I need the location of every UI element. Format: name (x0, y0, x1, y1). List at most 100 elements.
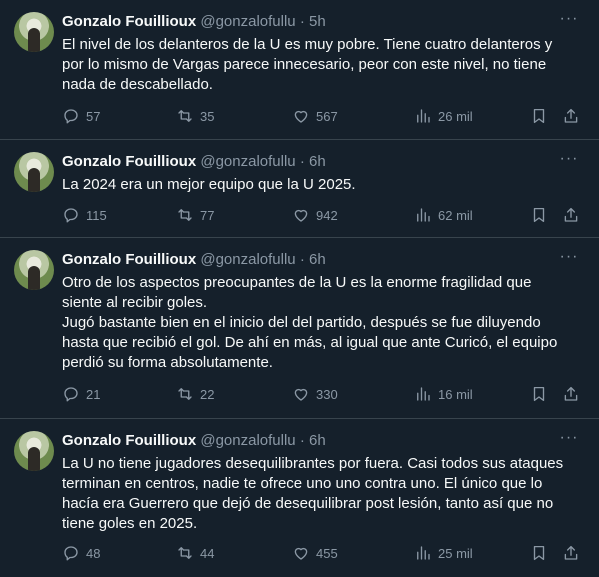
retweet-icon (178, 110, 192, 122)
tweet[interactable]: Gonzalo Fouillioux @gonzalofullu · 5h ··… (0, 0, 599, 140)
views-count: 26 mil (438, 108, 473, 124)
tweet-header: Gonzalo Fouillioux @gonzalofullu · 6h (62, 152, 579, 172)
bookmark-button[interactable] (530, 201, 548, 229)
more-options-icon[interactable]: ··· (559, 430, 579, 451)
tweet-actions: 115 77 942 62 mil (56, 201, 586, 229)
author-handle[interactable]: @gonzalofullu (200, 251, 295, 268)
views-button[interactable]: 26 mil (414, 102, 473, 130)
like-button[interactable]: 942 (292, 201, 338, 229)
share-icon (564, 386, 578, 401)
reply-count: 48 (86, 545, 101, 561)
avatar[interactable] (14, 152, 54, 192)
author-handle[interactable]: @gonzalofullu (200, 153, 295, 170)
tweet[interactable]: Gonzalo Fouillioux @gonzalofullu · 6h ··… (0, 238, 599, 419)
views-count: 16 mil (438, 386, 473, 402)
like-button[interactable]: 455 (292, 539, 338, 567)
retweet-count: 77 (200, 207, 215, 223)
views-icon (417, 387, 430, 401)
author-name[interactable]: Gonzalo Fouillioux (62, 13, 196, 30)
author-name[interactable]: Gonzalo Fouillioux (62, 153, 196, 170)
timestamp[interactable]: 6h (309, 432, 326, 449)
like-count: 942 (316, 207, 338, 223)
separator-dot: · (299, 13, 305, 30)
retweet-icon (178, 388, 192, 400)
bookmark-button[interactable] (530, 102, 548, 130)
author-name[interactable]: Gonzalo Fouillioux (62, 432, 196, 449)
tweet-text-line: tiene goles en 2025. (62, 515, 198, 532)
share-button[interactable] (562, 539, 580, 567)
reply-button[interactable]: 57 (62, 102, 100, 130)
timestamp[interactable]: 6h (309, 153, 326, 170)
like-button[interactable]: 330 (292, 380, 338, 408)
views-button[interactable]: 25 mil (414, 539, 473, 567)
heart-icon (294, 209, 308, 222)
avatar[interactable] (14, 431, 54, 471)
retweet-count: 35 (200, 108, 215, 124)
reply-icon (64, 387, 78, 402)
retweet-button[interactable]: 22 (176, 380, 214, 408)
author-name[interactable]: Gonzalo Fouillioux (62, 251, 196, 268)
bookmark-icon (533, 207, 545, 223)
tweet-text-line: terminan en centros, nadie te ofrece uno… (62, 475, 543, 492)
tweet-text: Otro de los aspectos preocupantes de la … (62, 273, 582, 373)
author-handle[interactable]: @gonzalofullu (200, 13, 295, 30)
share-button[interactable] (562, 380, 580, 408)
reply-icon (64, 546, 78, 561)
more-options-icon[interactable]: ··· (559, 151, 579, 172)
reply-count: 115 (86, 207, 107, 223)
tweet-actions: 21 22 330 16 mil (56, 380, 586, 408)
tweet[interactable]: Gonzalo Fouillioux @gonzalofullu · 6h ··… (0, 419, 599, 577)
separator-dot: · (299, 153, 305, 170)
reply-icon (64, 208, 78, 223)
tweet-actions: 57 35 567 26 mil (56, 102, 586, 130)
like-count: 455 (316, 545, 338, 561)
avatar[interactable] (14, 12, 54, 52)
tweet-text-line: Otro de los aspectos preocupantes de la … (62, 274, 532, 291)
views-count: 25 mil (438, 545, 473, 561)
bookmark-button[interactable] (530, 539, 548, 567)
share-icon (564, 545, 578, 560)
retweet-button[interactable]: 35 (176, 102, 214, 130)
bookmark-icon (533, 545, 545, 561)
tweet-text-line: nada de descabellado. (62, 76, 213, 93)
views-button[interactable]: 62 mil (414, 201, 473, 229)
heart-icon (294, 110, 308, 123)
like-button[interactable]: 567 (292, 102, 338, 130)
tweet-text-line: La U no tiene jugadores desequilibrantes… (62, 455, 564, 472)
retweet-button[interactable]: 44 (176, 539, 214, 567)
more-options-icon[interactable]: ··· (559, 249, 579, 270)
retweet-button[interactable]: 77 (176, 201, 214, 229)
share-button[interactable] (562, 102, 580, 130)
bookmark-button[interactable] (530, 380, 548, 408)
author-handle[interactable]: @gonzalofullu (200, 432, 295, 449)
tweet-text-line: siente al recibir goles. (62, 294, 208, 311)
reply-button[interactable]: 115 (62, 201, 107, 229)
share-button[interactable] (562, 201, 580, 229)
avatar[interactable] (14, 250, 54, 290)
views-button[interactable]: 16 mil (414, 380, 473, 408)
like-count: 330 (316, 386, 338, 402)
timestamp[interactable]: 6h (309, 251, 326, 268)
tweet-header: Gonzalo Fouillioux @gonzalofullu · 5h (62, 12, 579, 32)
tweet-header: Gonzalo Fouillioux @gonzalofullu · 6h (62, 250, 579, 270)
tweet-text-line: La 2024 era un mejor equipo que la U 202… (62, 176, 356, 193)
reply-button[interactable]: 21 (62, 380, 100, 408)
tweet-text-line: Jugó bastante bien en el inicio del del … (62, 314, 541, 331)
heart-icon (294, 547, 308, 560)
share-icon (564, 108, 578, 123)
more-options-icon[interactable]: ··· (559, 11, 579, 32)
views-icon (417, 109, 430, 123)
tweet-text-line: hasta que recibió el gol. De ahí en más,… (62, 334, 558, 351)
retweet-icon (178, 209, 192, 221)
tweet-text: La U no tiene jugadores desequilibrantes… (62, 454, 582, 534)
reply-count: 21 (86, 386, 101, 402)
tweet-text-line: por lo mismo de Vargas parece innecesari… (62, 56, 547, 73)
like-count: 567 (316, 108, 338, 124)
retweet-count: 44 (200, 545, 215, 561)
timestamp[interactable]: 5h (309, 13, 326, 30)
views-count: 62 mil (438, 207, 473, 223)
reply-icon (64, 109, 78, 124)
tweet[interactable]: Gonzalo Fouillioux @gonzalofullu · 6h ··… (0, 140, 599, 238)
reply-button[interactable]: 48 (62, 539, 100, 567)
tweet-text-line: El nivel de los delanteros de la U es mu… (62, 36, 553, 53)
